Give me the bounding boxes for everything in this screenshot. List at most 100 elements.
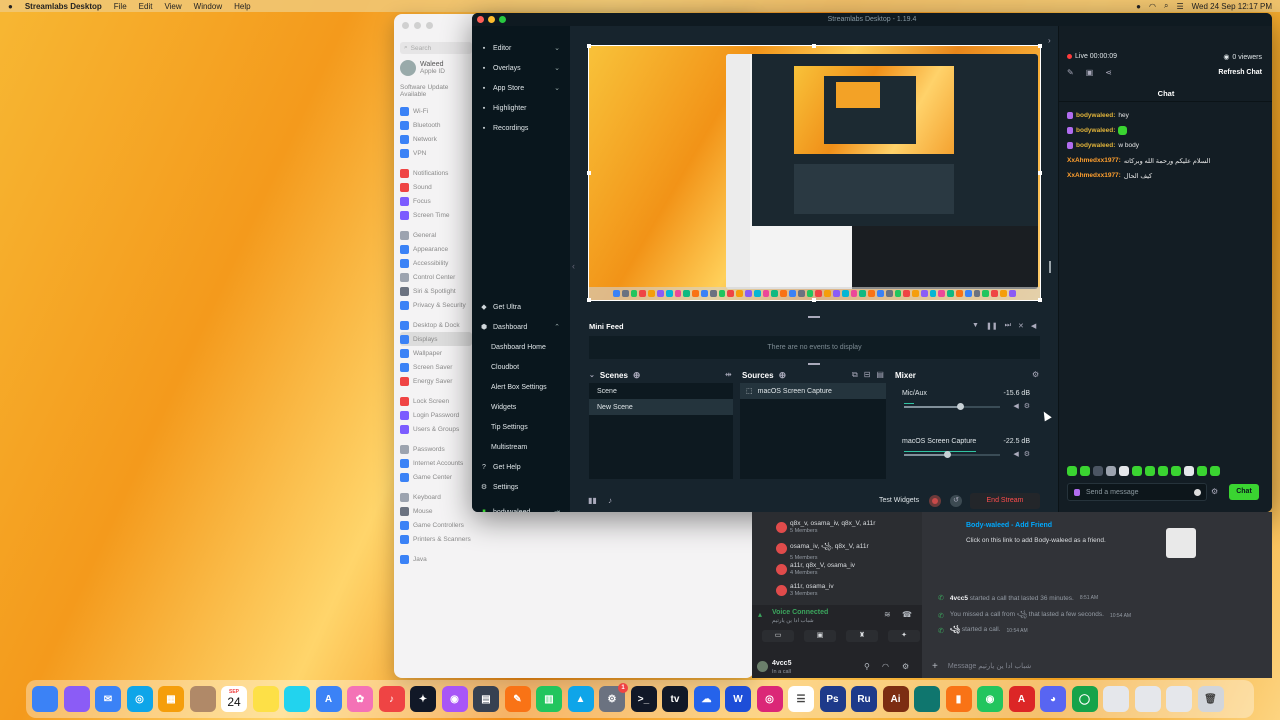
menu-edit[interactable]: Edit xyxy=(139,2,153,11)
siri-icon[interactable] xyxy=(63,686,90,712)
settings-item[interactable]: Bluetooth xyxy=(400,118,472,132)
settings-item[interactable]: Desktop & Dock xyxy=(400,318,472,332)
resize-handle[interactable] xyxy=(587,298,591,302)
volume-icon[interactable]: ◀ xyxy=(1013,450,1018,458)
settings-item[interactable]: Siri & Spotlight xyxy=(400,284,472,298)
resize-handle[interactable] xyxy=(1038,298,1042,302)
nav-sub-item[interactable]: Tip Settings xyxy=(472,417,570,437)
settings-item[interactable]: General xyxy=(400,228,472,242)
test-widgets-button[interactable]: Test Widgets xyxy=(879,497,919,504)
screenshot-icon[interactable] xyxy=(1103,686,1129,712)
preview-icon[interactable] xyxy=(1134,686,1161,712)
instagram-icon[interactable]: ◎ xyxy=(756,686,783,712)
menu-window[interactable]: Window xyxy=(194,2,222,11)
source-folder-icon[interactable]: ▤ xyxy=(876,370,884,380)
refresh-chat-button[interactable]: Refresh Chat xyxy=(1218,69,1262,76)
chat-username[interactable]: bodywaleed: xyxy=(1076,112,1115,119)
scrollbar[interactable] xyxy=(1049,261,1051,273)
nav-highlighter[interactable]: ▪ Highlighter xyxy=(472,98,570,118)
add-source-icon[interactable]: ⊕ xyxy=(779,370,787,381)
dm-item[interactable]: q8x_v, osama_iv, q8x_V, a11r 5 Members xyxy=(776,520,875,540)
calendar-icon[interactable]: SEP 24 xyxy=(221,686,247,712)
gear-icon[interactable]: ⚙ xyxy=(1211,487,1218,496)
settings-item[interactable]: Accessibility xyxy=(400,256,472,270)
collapse-chat-icon[interactable]: › xyxy=(1048,36,1051,45)
activity-icon[interactable]: ♜ xyxy=(846,630,878,642)
nav-sub-item[interactable]: Widgets xyxy=(472,397,570,417)
dm-item[interactable]: a11r, osama_iv 3 Members xyxy=(776,583,834,603)
replay-buffer-button[interactable]: ↺ xyxy=(950,495,962,507)
record-status-icon[interactable]: ● xyxy=(1136,2,1141,11)
emote-icon[interactable] xyxy=(1119,466,1129,476)
volume-slider[interactable] xyxy=(904,403,1000,410)
books-icon[interactable]: ▮ xyxy=(945,686,972,712)
nav-editor[interactable]: ▪ Editor ⌄ xyxy=(472,38,570,58)
onedrive-icon[interactable]: ☁ xyxy=(693,686,720,712)
volume-icon[interactable]: ◀ xyxy=(1031,322,1036,330)
settings-item[interactable]: Game Center xyxy=(400,470,472,484)
streamlabs-icon[interactable] xyxy=(914,686,940,712)
illustrator-icon[interactable]: Ai xyxy=(882,686,909,712)
nav-sub-item[interactable]: Dashboard Home xyxy=(472,337,570,357)
avatar[interactable] xyxy=(757,661,768,672)
notifications-icon[interactable]: ♪ xyxy=(608,496,612,505)
gear-icon[interactable]: ⚙ xyxy=(1024,402,1030,410)
nav-sub-item[interactable]: Cloudbot xyxy=(472,357,570,377)
photos-icon[interactable]: ✿ xyxy=(347,686,373,712)
settings-item[interactable]: Passwords xyxy=(400,442,472,456)
emote-icon[interactable] xyxy=(1197,466,1207,476)
emote-icon[interactable] xyxy=(1106,466,1116,476)
terminal-icon[interactable]: >_ xyxy=(630,686,657,712)
settings-item[interactable]: Notifications xyxy=(400,166,472,180)
finder-icon[interactable] xyxy=(32,686,58,712)
splitter-handle[interactable] xyxy=(808,316,820,318)
nav-dashboard[interactable]: ⬢ Dashboard ⌃ xyxy=(472,317,570,337)
zoom-icon[interactable] xyxy=(499,16,506,23)
chat-username[interactable]: XxAhmedxx1977: xyxy=(1067,172,1121,179)
gear-icon[interactable]: ⚙ xyxy=(1024,450,1030,458)
scene-item[interactable]: New Scene xyxy=(589,399,733,415)
camera-off-icon[interactable]: ▭ xyxy=(762,630,794,642)
volume-slider-knob[interactable] xyxy=(956,403,964,410)
zoom-icon[interactable] xyxy=(426,22,433,29)
resize-handle[interactable] xyxy=(812,298,816,302)
settings-item[interactable]: Screen Saver xyxy=(400,360,472,374)
gear-icon[interactable]: ⚙ xyxy=(902,662,909,671)
stream-preview[interactable] xyxy=(587,44,1042,302)
word-icon[interactable]: W xyxy=(725,686,751,712)
mixer-settings-icon[interactable]: ⚙ xyxy=(1032,370,1039,379)
emote-icon[interactable] xyxy=(1080,466,1090,476)
final-cut-icon[interactable]: ✦ xyxy=(410,686,436,712)
splitter-handle[interactable] xyxy=(808,363,820,365)
numbers-icon[interactable]: ▥ xyxy=(536,686,562,712)
nav-get-ultra[interactable]: ◆ Get Ultra xyxy=(472,297,570,317)
nav-sub-item[interactable]: Multistream xyxy=(472,437,570,457)
menu-datetime[interactable]: Wed 24 Sep 12:17 PM xyxy=(1192,2,1272,11)
skip-icon[interactable]: ⏭ xyxy=(1005,322,1011,330)
menu-file[interactable]: File xyxy=(114,2,127,11)
nav-app-store[interactable]: ▪ App Store ⌄ xyxy=(472,78,570,98)
disconnect-icon[interactable]: ☎ xyxy=(902,610,912,619)
dm-item[interactable]: a11r, q8x_V, osama_iv 4 Members xyxy=(776,562,855,582)
wifi-icon[interactable]: ◠ xyxy=(1149,2,1156,11)
call-log-user[interactable]: ꧁ xyxy=(950,626,960,633)
logout-icon[interactable]: ⇥ xyxy=(554,508,560,512)
resize-handle[interactable] xyxy=(1038,44,1042,48)
resize-handle[interactable] xyxy=(587,171,591,175)
soundboard-icon[interactable]: ✦ xyxy=(888,630,920,642)
plus-icon[interactable]: + xyxy=(932,661,938,672)
settings-item[interactable]: Wallpaper xyxy=(400,346,472,360)
emoji-icon[interactable] xyxy=(1194,488,1201,496)
settings-item[interactable]: Wi-Fi xyxy=(400,104,472,118)
pause-icon[interactable]: ❚❚ xyxy=(986,322,998,330)
settings-item[interactable]: Energy Saver xyxy=(400,374,472,388)
podcasts-icon[interactable]: ◉ xyxy=(441,686,468,712)
settings-item[interactable]: Appearance xyxy=(400,242,472,256)
settings-update-notice[interactable]: Software Update Available xyxy=(400,84,472,98)
notes-folder-icon[interactable] xyxy=(189,686,216,712)
settings-item[interactable]: Privacy & Security xyxy=(400,298,472,312)
calculator-icon[interactable]: ▤ xyxy=(473,686,499,712)
chat-username[interactable]: bodywaleed: xyxy=(1076,142,1115,149)
scene-item[interactable]: Scene xyxy=(589,383,733,399)
settings-item[interactable]: Focus xyxy=(400,194,472,208)
